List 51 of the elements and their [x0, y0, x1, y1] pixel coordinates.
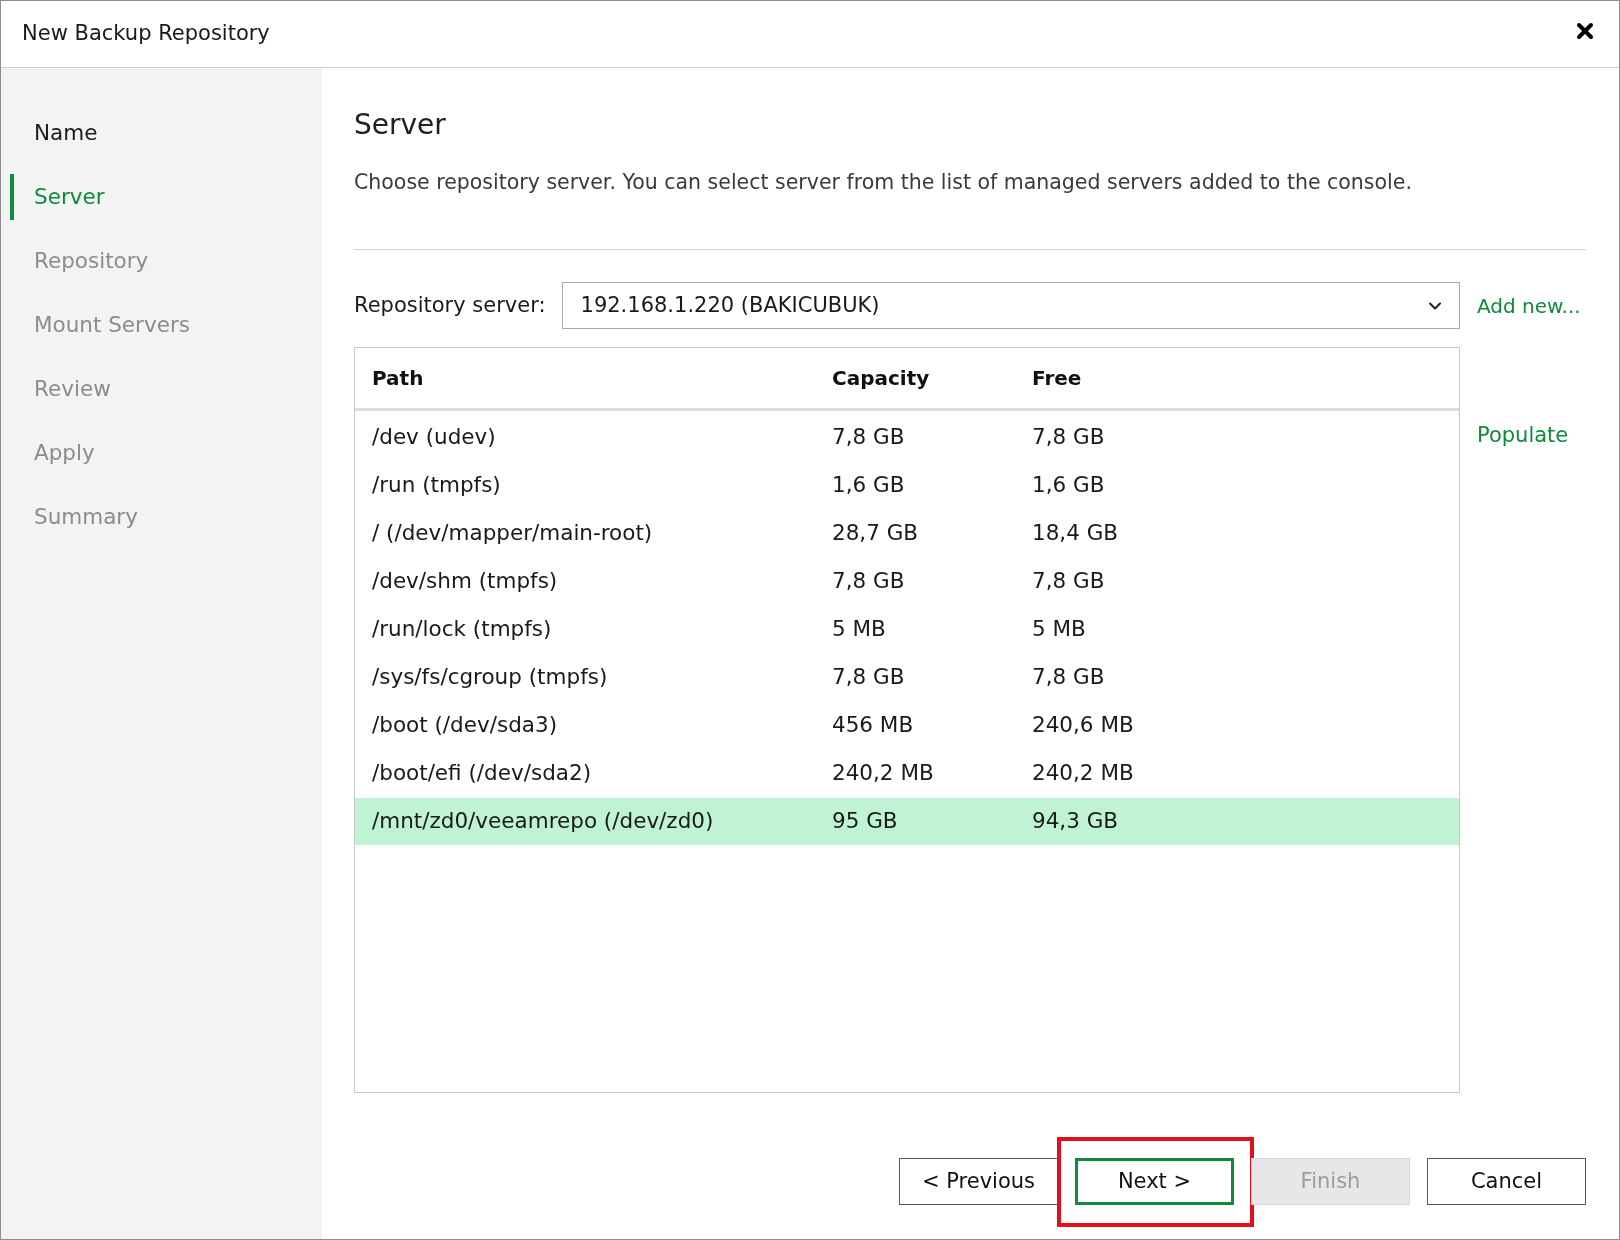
table-row[interactable]: /boot/efi (/dev/sda2) 240,2 MB 240,2 MB — [355, 750, 1459, 797]
page-description: Choose repository server. You can select server from the list of managed servers added to the console. — [354, 169, 1413, 196]
table-cell: 28,7 GB — [832, 520, 919, 546]
table-cell: 1,6 GB — [1032, 472, 1105, 498]
table-cell: 5 MB — [832, 616, 886, 642]
footer-button[interactable]: < Previous — [899, 1158, 1058, 1205]
page-heading: Server — [354, 107, 447, 143]
table-row[interactable]: /sys/fs/cgroup (tmpfs) 7,8 GB 7,8 GB — [355, 654, 1459, 701]
table-cell: 7,8 GB — [832, 664, 905, 690]
table-cell: 95 GB — [832, 808, 898, 834]
table-cell: 7,8 GB — [1032, 424, 1105, 450]
column-header[interactable]: Path — [372, 366, 424, 390]
table-cell: 240,2 MB — [832, 760, 934, 786]
sidebar-item[interactable]: Server — [1, 165, 322, 229]
table-cell: 18,4 GB — [1032, 520, 1119, 546]
table-cell: 7,8 GB — [1032, 664, 1105, 690]
table-cell: 94,3 GB — [1032, 808, 1119, 834]
table-cell: 7,8 GB — [832, 424, 905, 450]
table-row[interactable]: /mnt/zd0/veeamrepo (/dev/zd0) 95 GB 94,3 GB — [355, 798, 1459, 845]
column-header[interactable]: Free — [1032, 366, 1082, 390]
server-dropdown[interactable]: 192.168.1.220 (BAKICUBUK) — [561, 282, 1460, 329]
table-row[interactable]: /dev/shm (tmpfs) 7,8 GB 7,8 GB — [355, 558, 1459, 605]
table-row[interactable]: /boot (/dev/sda3) 456 MB 240,6 MB — [355, 702, 1459, 749]
column-header[interactable]: Capacity — [832, 366, 930, 390]
table-cell: /boot (/dev/sda3) — [372, 712, 558, 738]
field-label: Repository server: — [354, 291, 546, 319]
table-cell: 7,8 GB — [832, 568, 905, 594]
table-cell: 7,8 GB — [1032, 568, 1105, 594]
table-cell: 5 MB — [1032, 616, 1086, 642]
table-cell: 240,6 MB — [1032, 712, 1134, 738]
table-cell: /dev/shm (tmpfs) — [372, 568, 558, 594]
table-cell: / (/dev/mapper/main-root) — [372, 520, 653, 546]
table-cell: /boot/efi (/dev/sda2) — [372, 760, 592, 786]
populate-link[interactable]: Populate — [1477, 423, 1569, 447]
window-title: New Backup Repository — [22, 20, 270, 48]
table-row[interactable]: / (/dev/mapper/main-root) 28,7 GB 18,4 GB — [355, 510, 1459, 557]
footer-button[interactable]: Cancel — [1427, 1158, 1586, 1205]
table-cell: /dev (udev) — [372, 424, 496, 450]
table-cell: 240,2 MB — [1032, 760, 1134, 786]
table-row[interactable]: /dev (udev) 7,8 GB 7,8 GB — [355, 414, 1459, 461]
table-cell: /mnt/zd0/veeamrepo (/dev/zd0) — [372, 808, 714, 834]
footer-button[interactable]: Next > — [1075, 1158, 1234, 1205]
table-row[interactable]: /run (tmpfs) 1,6 GB 1,6 GB — [355, 462, 1459, 509]
table-cell: /run/lock (tmpfs) — [372, 616, 552, 642]
table-cell: /run (tmpfs) — [372, 472, 501, 498]
table-row[interactable]: /run/lock (tmpfs) 5 MB 5 MB — [355, 606, 1459, 653]
table-cell: 456 MB — [832, 712, 914, 738]
table-cell: /sys/fs/cgroup (tmpfs) — [372, 664, 608, 690]
add-new-link[interactable]: Add new... — [1477, 293, 1581, 318]
sidebar-item[interactable]: Name — [1, 101, 322, 165]
table-cell: 1,6 GB — [832, 472, 905, 498]
